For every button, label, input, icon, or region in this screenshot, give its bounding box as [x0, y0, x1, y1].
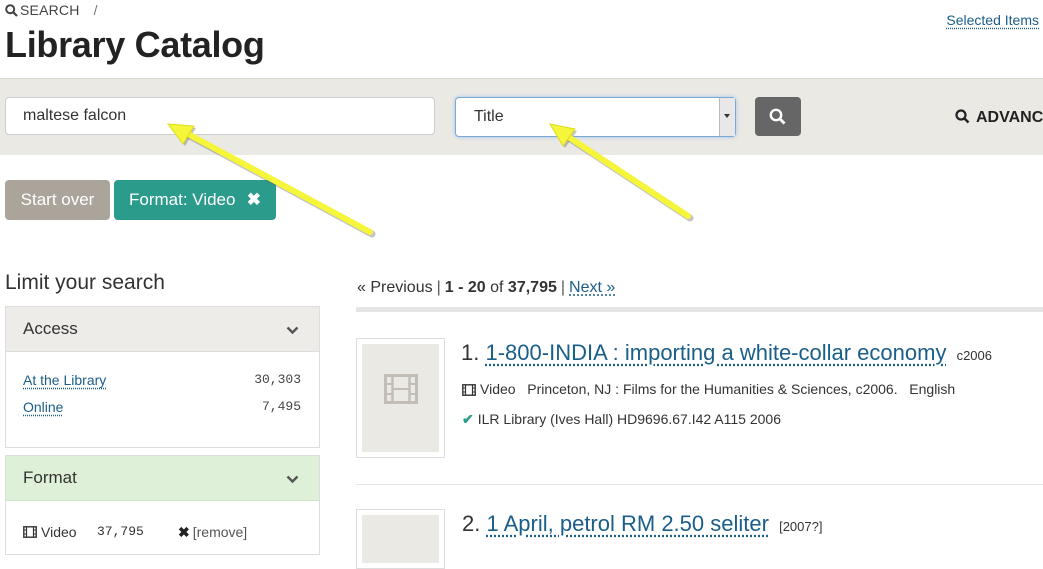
facet-remove-link[interactable]: ✖ [remove]	[178, 524, 247, 541]
search-icon	[955, 109, 970, 124]
previous-page-label: « Previous	[357, 279, 433, 296]
advanced-search-link[interactable]: ADVANC	[955, 109, 1043, 127]
result-thumbnail[interactable]	[356, 338, 445, 458]
facet-format: Format Video 37,795 ✖ [remove]	[5, 455, 320, 555]
caret-down-icon	[724, 114, 730, 118]
result-language: English	[909, 381, 955, 397]
search-button[interactable]	[755, 97, 801, 136]
result-year: c2006	[957, 348, 992, 363]
breadcrumb-search-link[interactable]: SEARCH	[5, 2, 84, 18]
limit-search-heading: Limit your search	[5, 271, 165, 295]
page-title: Library Catalog	[5, 24, 265, 66]
select-dropdown-button[interactable]	[719, 98, 735, 136]
format-constraint-chip[interactable]: Format: Video ✖	[114, 180, 276, 220]
facet-item-label: Video	[41, 524, 77, 540]
facet-format-header[interactable]: Format	[6, 456, 319, 501]
facet-item-label[interactable]: At the Library	[23, 372, 106, 388]
search-input[interactable]	[5, 97, 435, 135]
result-number: 1.	[461, 340, 479, 365]
facet-item-online: Online 7,495	[23, 399, 301, 415]
chevron-down-icon	[286, 307, 299, 351]
next-page-link[interactable]: Next »	[569, 279, 615, 296]
selected-items-link[interactable]: Selected Items	[946, 12, 1039, 28]
film-icon	[384, 374, 418, 404]
result-location: ✔ ILR Library (Ives Hall) HD9696.67.I42 A…	[462, 411, 781, 428]
check-icon: ✔	[462, 411, 474, 427]
result-title-link[interactable]: 1-800-INDIA : importing a white-collar e…	[485, 340, 946, 365]
chevron-down-icon	[286, 456, 299, 500]
breadcrumb-separator: /	[94, 2, 98, 18]
search-bar: Title ADVANC	[0, 78, 1043, 155]
search-field-value: Title	[474, 108, 504, 126]
film-icon	[23, 526, 37, 538]
pagination: « Previous | 1 - 20 of 37,795 | Next »	[357, 279, 615, 297]
result-year: [2007?]	[779, 519, 822, 534]
format-constraint-label: Format: Video	[129, 190, 235, 209]
film-icon	[462, 384, 476, 396]
remove-icon: ✖	[178, 524, 190, 540]
result-title-row: 2. 1 April, petrol RM 2.50 seliter [2007…	[462, 511, 822, 537]
page-of-label: of	[490, 279, 503, 296]
result-number: 2.	[462, 511, 480, 536]
result-location-text: ILR Library (Ives Hall) HD9696.67.I42 A1…	[478, 411, 781, 427]
result-thumbnail[interactable]	[356, 509, 445, 569]
result-publisher: Princeton, NJ : Films for the Humanities…	[527, 381, 897, 397]
start-over-button[interactable]: Start over	[5, 180, 110, 220]
page-range: 1 - 20	[445, 279, 486, 296]
facet-access-title: Access	[23, 319, 78, 338]
result-total: 37,795	[508, 279, 557, 296]
facet-access: Access At the Library 30,303 Online 7,49…	[5, 306, 320, 448]
search-icon	[769, 108, 786, 125]
breadcrumb-search-label: SEARCH	[20, 2, 80, 18]
facet-access-header[interactable]: Access	[6, 307, 319, 352]
facet-item-count: 7,495	[262, 399, 301, 414]
search-field-select[interactable]: Title	[455, 97, 736, 137]
result-separator	[356, 484, 1043, 485]
results-divider	[356, 307, 1043, 312]
result-format: Video	[480, 381, 516, 397]
result-meta: Video Princeton, NJ : Films for the Huma…	[462, 381, 955, 397]
breadcrumb: SEARCH /	[5, 2, 98, 18]
result-title-row: 1. 1-800-INDIA : importing a white-colla…	[461, 340, 992, 366]
facet-item-at-the-library: At the Library 30,303	[23, 372, 301, 388]
facet-remove-label: [remove]	[193, 524, 247, 540]
facet-item-count: 30,303	[254, 372, 301, 387]
facet-item-count: 37,795	[97, 524, 144, 539]
result-title-link[interactable]: 1 April, petrol RM 2.50 seliter	[486, 511, 768, 536]
search-icon	[5, 4, 18, 17]
facet-item-video-selected: Video 37,795 ✖ [remove]	[23, 524, 313, 540]
facet-format-title: Format	[23, 468, 77, 487]
advanced-search-label: ADVANC	[976, 109, 1043, 126]
facet-item-label[interactable]: Online	[23, 399, 63, 415]
remove-icon[interactable]: ✖	[247, 180, 261, 220]
